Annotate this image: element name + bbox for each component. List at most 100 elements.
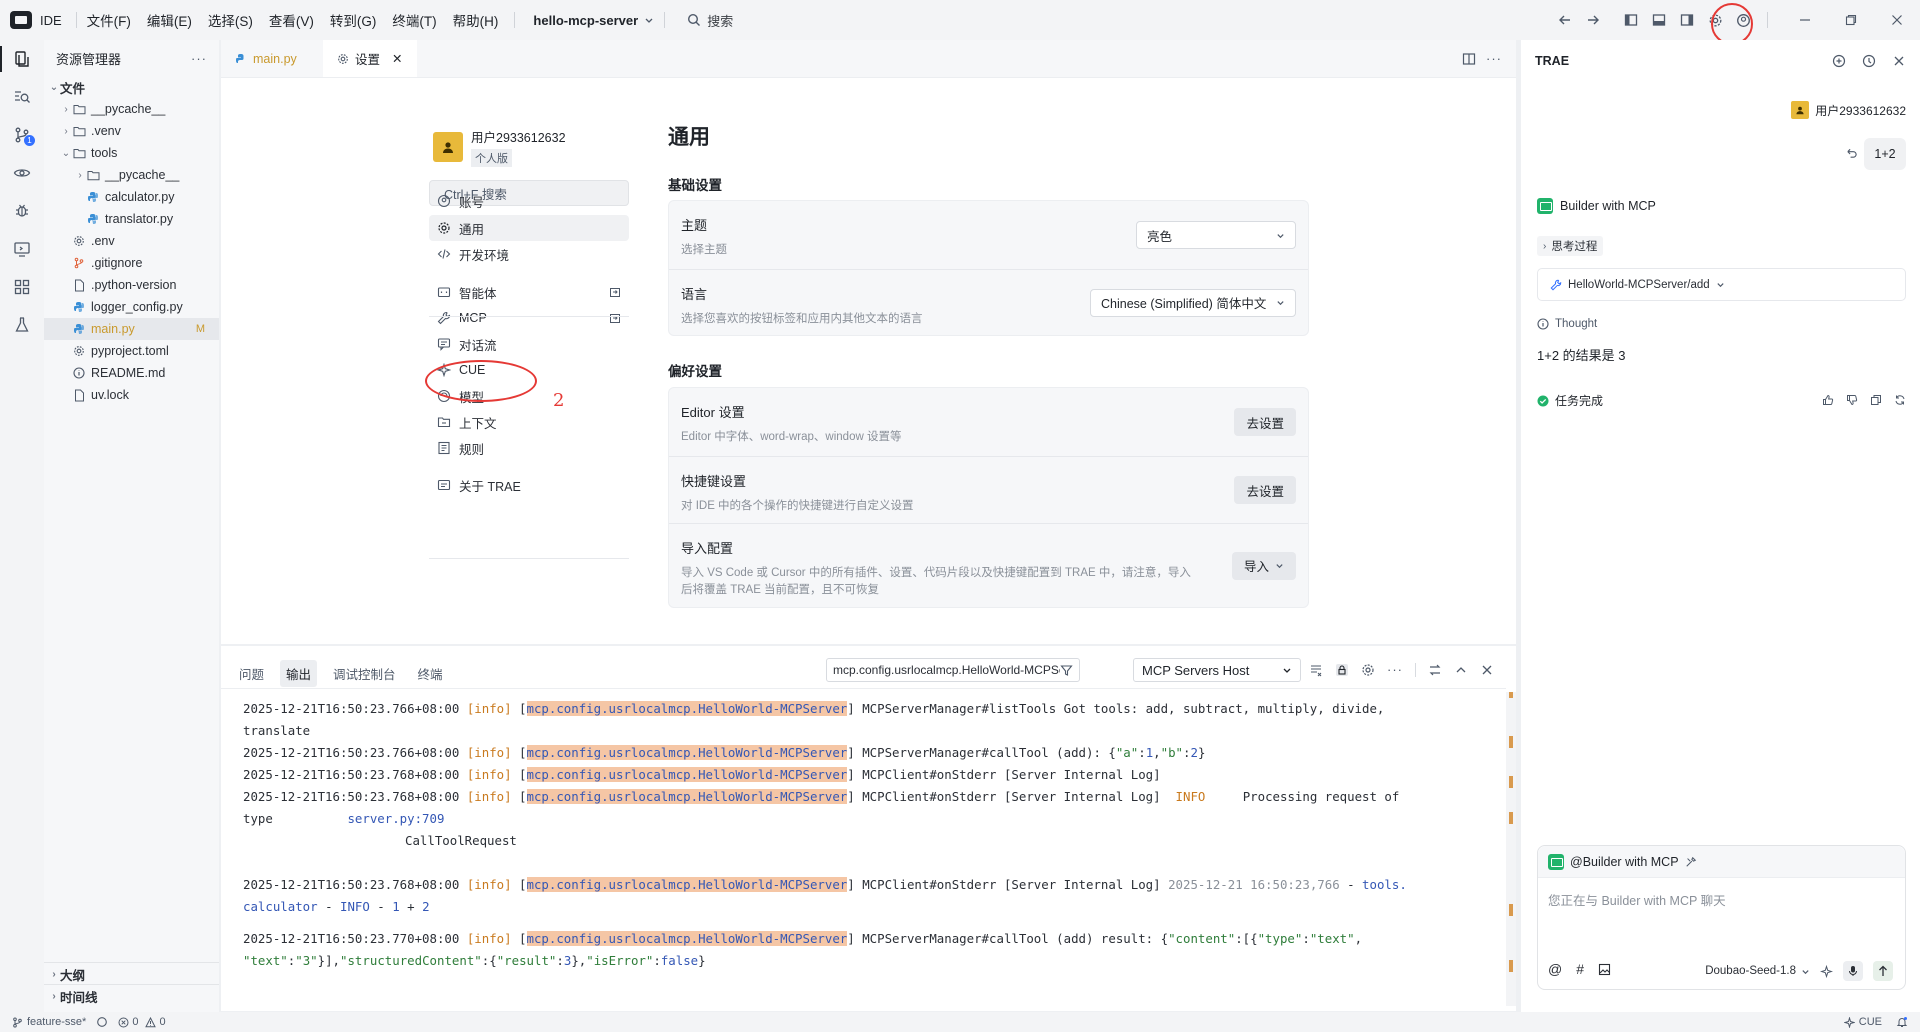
more-actions-icon[interactable]: ··· xyxy=(1486,51,1502,66)
close-icon[interactable] xyxy=(1874,6,1920,34)
lock-scroll-icon[interactable] xyxy=(1335,663,1349,677)
copy-icon[interactable] xyxy=(1870,394,1882,406)
menu-view[interactable]: 查看(V) xyxy=(269,10,314,30)
keys-settings-button[interactable]: 去设置 xyxy=(1234,476,1296,504)
remote-icon[interactable] xyxy=(0,230,44,268)
settings-nav-item[interactable]: 对话流 xyxy=(429,331,629,357)
tab-debug-console[interactable]: 调试控制台 xyxy=(327,660,402,687)
send-button[interactable] xyxy=(1873,961,1893,981)
settings-nav-item[interactable]: 通用 xyxy=(429,215,629,241)
source-control-icon[interactable]: 1 xyxy=(0,116,44,154)
debug-bug-icon[interactable] xyxy=(0,192,44,230)
filter-icon[interactable] xyxy=(1060,664,1073,677)
menu-go[interactable]: 转到(G) xyxy=(330,10,377,30)
voice-button[interactable] xyxy=(1843,961,1863,981)
menu-selection[interactable]: 选择(S) xyxy=(208,10,253,30)
split-editor-icon[interactable] xyxy=(1462,52,1476,66)
tree-file[interactable]: uv.lock xyxy=(44,384,219,406)
preview-eye-icon[interactable] xyxy=(0,154,44,192)
tree-folder[interactable]: › .venv xyxy=(44,120,219,142)
toggle-panel-icon[interactable] xyxy=(1645,6,1673,34)
language-select[interactable]: Chinese (Simplified) 简体中文 xyxy=(1090,288,1296,317)
close-panel-icon[interactable] xyxy=(1480,663,1494,677)
problems-indicator[interactable]: 0 0 xyxy=(118,1016,166,1028)
testing-flask-icon[interactable] xyxy=(0,306,44,344)
undo-icon[interactable] xyxy=(1845,147,1858,160)
output-filter-input[interactable]: mcp.config.usrlocalmcp.HelloWorld-MCPSer… xyxy=(826,658,1080,682)
tree-folder[interactable]: ⌄ tools xyxy=(44,142,219,164)
tree-file[interactable]: logger_config.py xyxy=(44,296,219,318)
settings-nav-item[interactable]: MCP xyxy=(429,305,629,331)
tree-file[interactable]: main.py M xyxy=(44,318,219,340)
sync-icon[interactable] xyxy=(96,1016,108,1028)
restore-icon[interactable] xyxy=(1828,6,1874,34)
menu-edit[interactable]: 编辑(E) xyxy=(147,10,192,30)
back-icon[interactable] xyxy=(1551,6,1579,34)
tree-file[interactable]: .env xyxy=(44,230,219,252)
toggle-sidebar-icon[interactable] xyxy=(1617,6,1645,34)
thinking-toggle[interactable]: › 思考过程 xyxy=(1537,236,1604,256)
settings-nav-item[interactable]: 账号 xyxy=(429,188,629,214)
menu-terminal[interactable]: 终端(T) xyxy=(392,10,436,30)
hash-icon[interactable]: # xyxy=(1576,961,1584,977)
gear-icon[interactable] xyxy=(1361,663,1375,677)
clear-output-icon[interactable] xyxy=(1309,663,1323,677)
tree-folder[interactable]: › __pycache__ xyxy=(44,98,219,120)
output-channel-select[interactable]: MCP Servers Host xyxy=(1133,658,1301,682)
chat-input[interactable]: 您正在与 Builder with MCP 聊天 xyxy=(1548,890,1726,909)
tree-folder[interactable]: › __pycache__ xyxy=(44,164,219,186)
global-search[interactable]: 搜索 xyxy=(687,11,733,30)
import-button[interactable]: 导入 xyxy=(1231,551,1296,580)
open-external-icon[interactable] xyxy=(609,312,621,324)
model-select[interactable]: Doubao-Seed-1.8 xyxy=(1705,965,1810,977)
menu-help[interactable]: 帮助(H) xyxy=(453,10,499,30)
search-activity-icon[interactable] xyxy=(0,78,44,116)
toggle-aux-bar-icon[interactable] xyxy=(1673,6,1701,34)
sparkle-icon[interactable] xyxy=(1820,964,1833,978)
more-actions-icon[interactable]: ··· xyxy=(1387,662,1403,677)
tree-file[interactable]: .python-version xyxy=(44,274,219,296)
tab-output[interactable]: 输出 xyxy=(280,660,318,687)
forward-icon[interactable] xyxy=(1579,6,1607,34)
extensions-icon[interactable] xyxy=(0,268,44,306)
tree-file[interactable]: pyproject.toml xyxy=(44,340,219,362)
more-actions-icon[interactable]: ··· xyxy=(191,51,207,66)
tab-main-py[interactable]: main.py xyxy=(221,40,323,77)
settings-nav-item[interactable]: 规则 xyxy=(429,435,629,461)
close-tab-icon[interactable]: ✕ xyxy=(392,51,402,66)
notifications-bell-icon[interactable] xyxy=(1896,1016,1908,1028)
tree-file[interactable]: calculator.py xyxy=(44,186,219,208)
tree-file[interactable]: translator.py xyxy=(44,208,219,230)
explorer-activity-icon[interactable] xyxy=(0,40,44,78)
editor-settings-button[interactable]: 去设置 xyxy=(1234,408,1296,436)
regenerate-icon[interactable] xyxy=(1894,394,1906,406)
branch-indicator[interactable]: feature-sse* xyxy=(12,1016,86,1028)
settings-nav-item[interactable]: 开发环境 xyxy=(429,241,629,267)
output-scrollbar[interactable] xyxy=(1506,692,1516,1006)
settings-nav-item[interactable]: 关于 TRAE xyxy=(429,472,629,498)
tree-file[interactable]: README.md xyxy=(44,362,219,384)
open-external-icon[interactable] xyxy=(609,286,621,298)
chevron-up-icon[interactable] xyxy=(1454,663,1468,677)
menu-file[interactable]: 文件(F) xyxy=(87,10,131,30)
project-switcher[interactable]: hello-mcp-server xyxy=(533,13,654,28)
timeline-section[interactable]: › 时间线 xyxy=(44,984,219,1007)
settings-nav-item[interactable]: 智能体 xyxy=(429,279,629,305)
close-icon[interactable] xyxy=(1892,54,1906,68)
cue-indicator[interactable]: CUE xyxy=(1843,1016,1882,1028)
tree-root-files[interactable]: ⌄ 文件 xyxy=(44,76,219,98)
tab-settings[interactable]: 设置 ✕ xyxy=(323,40,417,77)
tab-problems[interactable]: 问题 xyxy=(233,660,270,687)
tree-file[interactable]: .gitignore xyxy=(44,252,219,274)
swap-icon[interactable] xyxy=(1428,663,1442,677)
minimize-icon[interactable] xyxy=(1782,6,1828,34)
settings-nav-item[interactable]: 上下文 xyxy=(429,409,629,435)
outline-section[interactable]: › 大纲 xyxy=(44,962,219,985)
thumbs-down-icon[interactable] xyxy=(1846,394,1858,406)
theme-select[interactable]: 亮色 xyxy=(1136,221,1296,249)
new-chat-icon[interactable] xyxy=(1832,54,1846,68)
thumbs-up-icon[interactable] xyxy=(1822,394,1834,406)
history-icon[interactable] xyxy=(1862,54,1876,68)
tool-call-card[interactable]: HelloWorld-MCPServer/add xyxy=(1537,268,1906,301)
mention-icon[interactable]: @ xyxy=(1548,961,1562,977)
